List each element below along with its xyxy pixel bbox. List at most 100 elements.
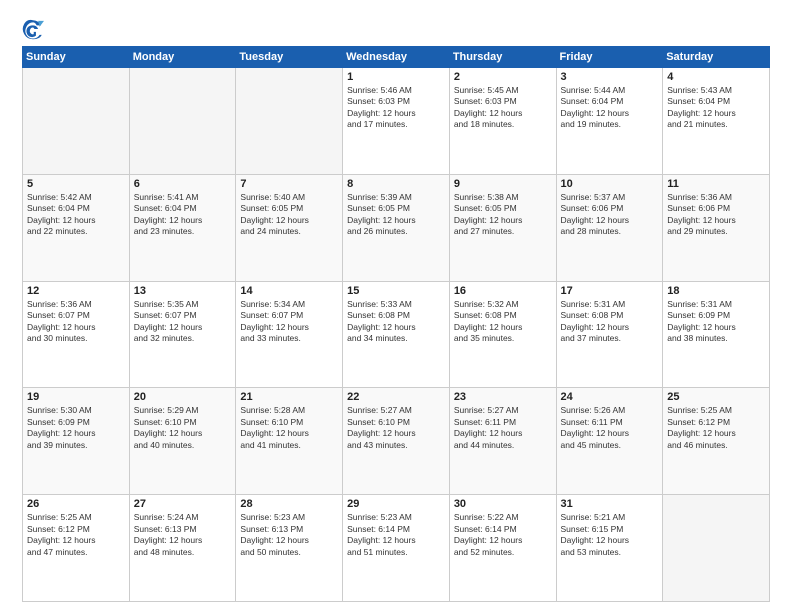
day-info: Sunrise: 5:46 AM Sunset: 6:03 PM Dayligh… <box>347 85 445 131</box>
weekday-header-friday: Friday <box>556 47 663 68</box>
day-info: Sunrise: 5:31 AM Sunset: 6:08 PM Dayligh… <box>561 299 659 345</box>
page: SundayMondayTuesdayWednesdayThursdayFrid… <box>0 0 792 612</box>
week-row-3: 12Sunrise: 5:36 AM Sunset: 6:07 PM Dayli… <box>23 281 770 388</box>
calendar-cell: 1 Sunrise: 5:46 AM Sunset: 6:03 PM Daylig… <box>343 68 450 175</box>
weekday-header-monday: Monday <box>129 47 236 68</box>
day-number: 18 <box>667 285 765 297</box>
day-number: 6 <box>134 178 232 190</box>
day-number: 30 <box>454 498 552 510</box>
calendar-cell: 12Sunrise: 5:36 AM Sunset: 6:07 PM Dayli… <box>23 281 130 388</box>
day-info: Sunrise: 5:34 AM Sunset: 6:07 PM Dayligh… <box>240 299 338 345</box>
weekday-header-tuesday: Tuesday <box>236 47 343 68</box>
calendar-cell: 20 Sunrise: 5:29 AM Sunset: 6:10 PM Dayli… <box>129 388 236 495</box>
logo <box>22 18 48 40</box>
calendar-cell: 8Sunrise: 5:39 AM Sunset: 6:05 PM Daylig… <box>343 174 450 281</box>
calendar-cell: 9 Sunrise: 5:38 AM Sunset: 6:05 PM Daylig… <box>449 174 556 281</box>
day-info: Sunrise: 5:38 AM Sunset: 6:05 PM Dayligh… <box>454 192 552 238</box>
day-number: 9 <box>454 178 552 190</box>
day-number: 27 <box>134 498 232 510</box>
calendar-cell: 26 Sunrise: 5:25 AM Sunset: 6:12 PM Dayli… <box>23 495 130 602</box>
calendar-cell: 16 Sunrise: 5:32 AM Sunset: 6:08 PM Dayli… <box>449 281 556 388</box>
day-info: Sunrise: 5:35 AM Sunset: 6:07 PM Dayligh… <box>134 299 232 345</box>
day-info: Sunrise: 5:26 AM Sunset: 6:11 PM Dayligh… <box>561 405 659 451</box>
day-number: 16 <box>454 285 552 297</box>
day-number: 21 <box>240 391 338 403</box>
day-number: 19 <box>27 391 125 403</box>
day-info: Sunrise: 5:45 AM Sunset: 6:03 PM Dayligh… <box>454 85 552 131</box>
day-info: Sunrise: 5:25 AM Sunset: 6:12 PM Dayligh… <box>667 405 765 451</box>
calendar-cell: 4Sunrise: 5:43 AM Sunset: 6:04 PM Daylig… <box>663 68 770 175</box>
day-info: Sunrise: 5:30 AM Sunset: 6:09 PM Dayligh… <box>27 405 125 451</box>
day-number: 5 <box>27 178 125 190</box>
day-info: Sunrise: 5:41 AM Sunset: 6:04 PM Dayligh… <box>134 192 232 238</box>
calendar-cell: 19 Sunrise: 5:30 AM Sunset: 6:09 PM Dayli… <box>23 388 130 495</box>
day-number: 4 <box>667 71 765 83</box>
calendar-cell: 14 Sunrise: 5:34 AM Sunset: 6:07 PM Dayli… <box>236 281 343 388</box>
day-info: Sunrise: 5:21 AM Sunset: 6:15 PM Dayligh… <box>561 512 659 558</box>
calendar-cell: 30 Sunrise: 5:22 AM Sunset: 6:14 PM Dayli… <box>449 495 556 602</box>
day-number: 22 <box>347 391 445 403</box>
day-number: 25 <box>667 391 765 403</box>
day-info: Sunrise: 5:32 AM Sunset: 6:08 PM Dayligh… <box>454 299 552 345</box>
day-number: 23 <box>454 391 552 403</box>
week-row-4: 19 Sunrise: 5:30 AM Sunset: 6:09 PM Dayli… <box>23 388 770 495</box>
day-info: Sunrise: 5:44 AM Sunset: 6:04 PM Dayligh… <box>561 85 659 131</box>
day-info: Sunrise: 5:39 AM Sunset: 6:05 PM Dayligh… <box>347 192 445 238</box>
calendar-cell: 2 Sunrise: 5:45 AM Sunset: 6:03 PM Daylig… <box>449 68 556 175</box>
day-info: Sunrise: 5:36 AM Sunset: 6:06 PM Dayligh… <box>667 192 765 238</box>
day-number: 1 <box>347 71 445 83</box>
day-info: Sunrise: 5:24 AM Sunset: 6:13 PM Dayligh… <box>134 512 232 558</box>
day-number: 15 <box>347 285 445 297</box>
calendar-cell: 18Sunrise: 5:31 AM Sunset: 6:09 PM Dayli… <box>663 281 770 388</box>
day-info: Sunrise: 5:42 AM Sunset: 6:04 PM Dayligh… <box>27 192 125 238</box>
calendar-cell: 3 Sunrise: 5:44 AM Sunset: 6:04 PM Daylig… <box>556 68 663 175</box>
calendar-cell: 15 Sunrise: 5:33 AM Sunset: 6:08 PM Dayli… <box>343 281 450 388</box>
day-info: Sunrise: 5:25 AM Sunset: 6:12 PM Dayligh… <box>27 512 125 558</box>
day-number: 2 <box>454 71 552 83</box>
day-info: Sunrise: 5:28 AM Sunset: 6:10 PM Dayligh… <box>240 405 338 451</box>
weekday-header-wednesday: Wednesday <box>343 47 450 68</box>
week-row-1: 1 Sunrise: 5:46 AM Sunset: 6:03 PM Daylig… <box>23 68 770 175</box>
day-number: 3 <box>561 71 659 83</box>
calendar-cell <box>129 68 236 175</box>
day-number: 20 <box>134 391 232 403</box>
weekday-header-sunday: Sunday <box>23 47 130 68</box>
calendar-cell: 31 Sunrise: 5:21 AM Sunset: 6:15 PM Dayli… <box>556 495 663 602</box>
calendar-cell: 29 Sunrise: 5:23 AM Sunset: 6:14 PM Dayli… <box>343 495 450 602</box>
day-info: Sunrise: 5:33 AM Sunset: 6:08 PM Dayligh… <box>347 299 445 345</box>
calendar-cell <box>236 68 343 175</box>
calendar-cell <box>663 495 770 602</box>
calendar-cell: 7 Sunrise: 5:40 AM Sunset: 6:05 PM Daylig… <box>236 174 343 281</box>
day-info: Sunrise: 5:29 AM Sunset: 6:10 PM Dayligh… <box>134 405 232 451</box>
day-info: Sunrise: 5:23 AM Sunset: 6:13 PM Dayligh… <box>240 512 338 558</box>
header <box>22 18 770 40</box>
day-number: 24 <box>561 391 659 403</box>
day-number: 31 <box>561 498 659 510</box>
calendar-cell: 5 Sunrise: 5:42 AM Sunset: 6:04 PM Daylig… <box>23 174 130 281</box>
calendar-cell: 13 Sunrise: 5:35 AM Sunset: 6:07 PM Dayli… <box>129 281 236 388</box>
day-info: Sunrise: 5:22 AM Sunset: 6:14 PM Dayligh… <box>454 512 552 558</box>
day-number: 28 <box>240 498 338 510</box>
calendar-cell: 17 Sunrise: 5:31 AM Sunset: 6:08 PM Dayli… <box>556 281 663 388</box>
day-number: 29 <box>347 498 445 510</box>
week-row-5: 26 Sunrise: 5:25 AM Sunset: 6:12 PM Dayli… <box>23 495 770 602</box>
calendar-cell <box>23 68 130 175</box>
calendar-cell: 22Sunrise: 5:27 AM Sunset: 6:10 PM Dayli… <box>343 388 450 495</box>
day-info: Sunrise: 5:40 AM Sunset: 6:05 PM Dayligh… <box>240 192 338 238</box>
calendar-cell: 24 Sunrise: 5:26 AM Sunset: 6:11 PM Dayli… <box>556 388 663 495</box>
day-number: 17 <box>561 285 659 297</box>
day-info: Sunrise: 5:27 AM Sunset: 6:11 PM Dayligh… <box>454 405 552 451</box>
weekday-header-saturday: Saturday <box>663 47 770 68</box>
day-number: 26 <box>27 498 125 510</box>
day-number: 11 <box>667 178 765 190</box>
calendar-cell: 21 Sunrise: 5:28 AM Sunset: 6:10 PM Dayli… <box>236 388 343 495</box>
calendar-cell: 28 Sunrise: 5:23 AM Sunset: 6:13 PM Dayli… <box>236 495 343 602</box>
calendar-cell: 6 Sunrise: 5:41 AM Sunset: 6:04 PM Daylig… <box>129 174 236 281</box>
calendar-cell: 25 Sunrise: 5:25 AM Sunset: 6:12 PM Dayli… <box>663 388 770 495</box>
day-info: Sunrise: 5:23 AM Sunset: 6:14 PM Dayligh… <box>347 512 445 558</box>
day-number: 7 <box>240 178 338 190</box>
week-row-2: 5 Sunrise: 5:42 AM Sunset: 6:04 PM Daylig… <box>23 174 770 281</box>
day-number: 14 <box>240 285 338 297</box>
day-number: 13 <box>134 285 232 297</box>
day-info: Sunrise: 5:36 AM Sunset: 6:07 PM Dayligh… <box>27 299 125 345</box>
